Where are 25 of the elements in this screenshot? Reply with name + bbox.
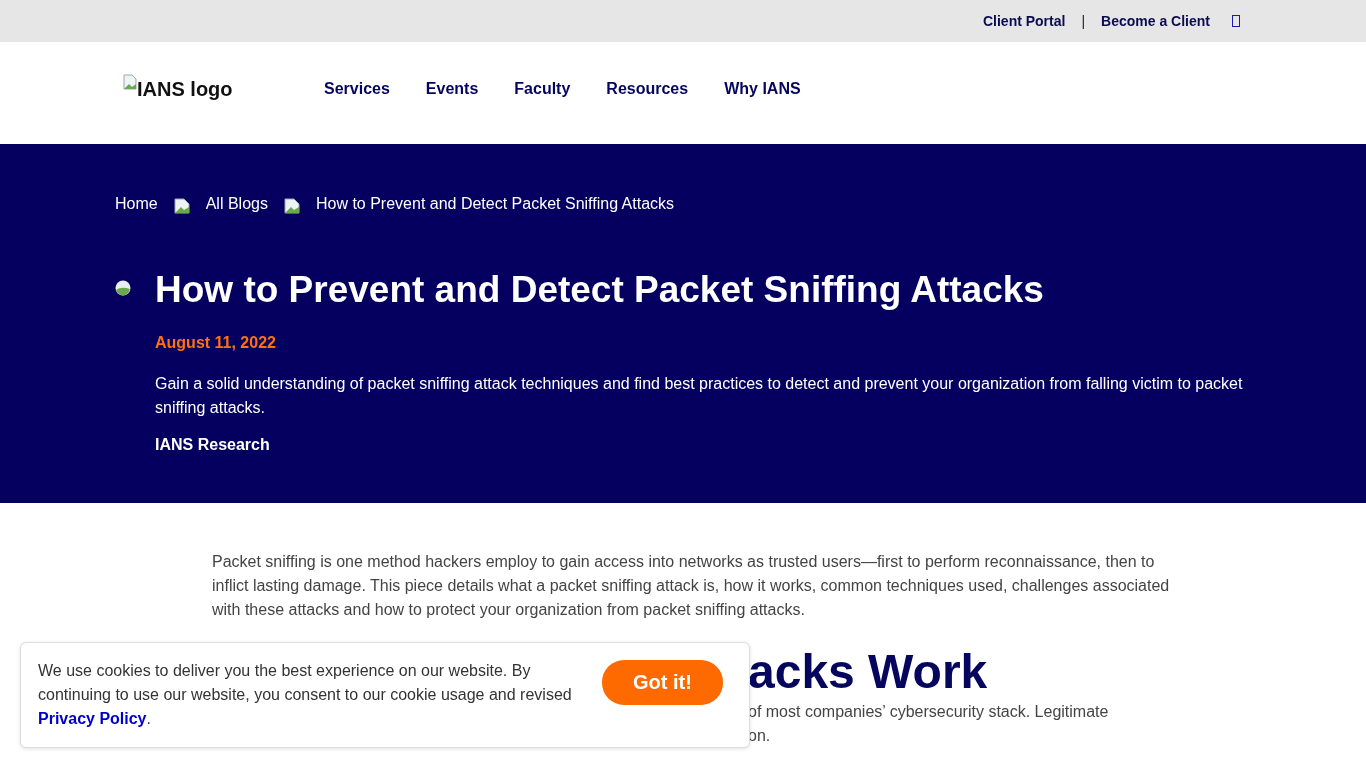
breadcrumb-link[interactable]: Home xyxy=(115,195,158,213)
nav-link[interactable]: Faculty xyxy=(514,80,571,98)
nav-link[interactable]: Services xyxy=(324,80,390,98)
intro-paragraph: Packet sniffing is one method hackers employ to gain access into networks as trusted users—first to perform reconnaissance, then to inflict lasting damage. This piece details what a packet sniffing attack is, how it works, common techniques used, challenges associated with these attacks and how to protect your organization from packet sniffing attacks. xyxy=(212,552,1171,620)
article-author: IANS Research xyxy=(155,436,271,454)
privacy-policy-link[interactable]: Privacy Policy xyxy=(38,710,147,727)
nav-link[interactable]: Events xyxy=(425,80,479,98)
nav-link[interactable]: Why IANS xyxy=(724,80,801,98)
article-summary: Gain a solid understanding of packet sniffing attack techniques and find best practices to detect and prevent your organization from falling victim to packet sniffing attacks. xyxy=(155,374,1244,418)
missing-glyph-icon[interactable] xyxy=(1232,15,1240,27)
article-date: August 11, 2022 xyxy=(155,334,277,352)
cookie-message: We use cookies to deliver you the best experience on our website. By continuing to use our website, you consent to our cookie usage and revised Privacy Policy. xyxy=(38,661,573,729)
separator: | xyxy=(1081,13,1086,29)
broken-image-icon xyxy=(115,280,131,296)
logo-alt-text[interactable]: IANS logo xyxy=(137,77,233,101)
nav-link[interactable]: Resources xyxy=(606,80,689,98)
section-heading: acks Work xyxy=(748,644,989,700)
broken-image-icon xyxy=(123,73,137,90)
breadcrumb-link[interactable]: How to Prevent and Detect Packet Sniffing Attacks xyxy=(315,195,675,213)
article-title: How to Prevent and Detect Packet Sniffing Attacks xyxy=(155,268,1045,312)
broken-image-icon xyxy=(283,198,300,214)
top-link[interactable]: Client Portal xyxy=(982,13,1066,29)
top-link[interactable]: Become a Client xyxy=(1101,13,1210,29)
broken-image-icon xyxy=(173,198,190,214)
breadcrumb-link[interactable]: All Blogs xyxy=(205,195,268,213)
